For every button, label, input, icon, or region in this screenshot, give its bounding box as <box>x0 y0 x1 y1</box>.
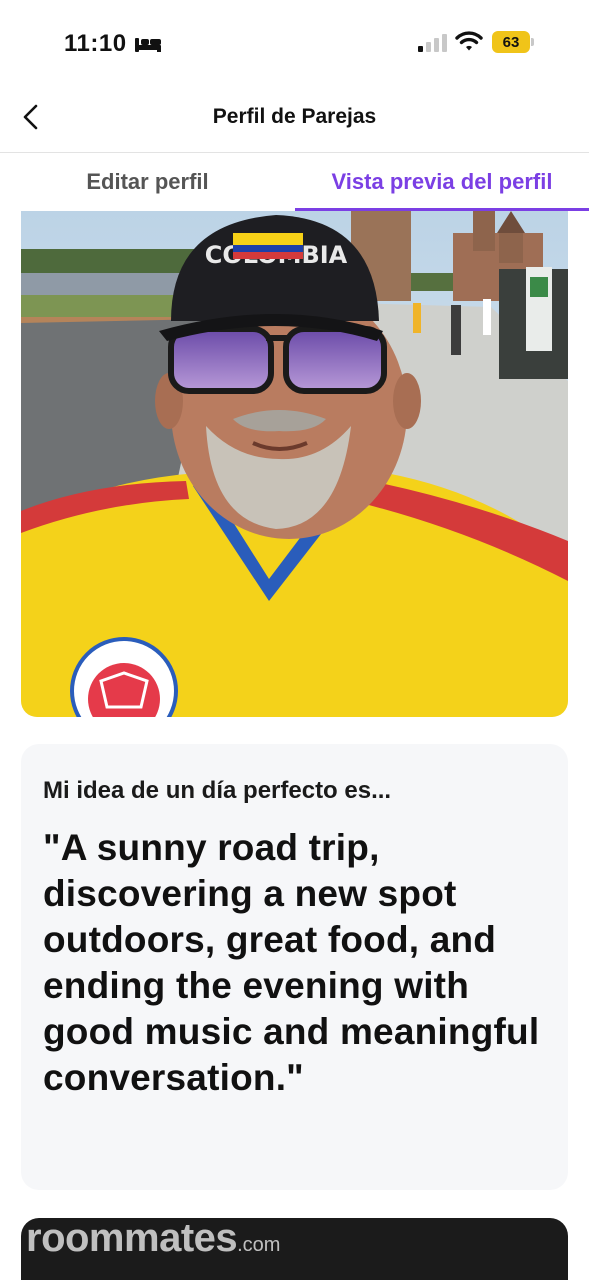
tab-edit-profile[interactable]: Editar perfil <box>0 153 295 211</box>
watermark-brand: roommates <box>26 1216 238 1260</box>
bed-icon <box>134 36 161 52</box>
battery-level: 63 <box>492 31 530 53</box>
tab-bar: Editar perfil Vista previa del perfil <box>0 153 589 211</box>
prompt-answer: "A sunny road trip, discovering a new sp… <box>43 827 540 1098</box>
watermark-suffix: .com <box>237 1234 281 1256</box>
prompt-card: Mi idea de un día perfecto es... "A sunn… <box>21 744 568 1190</box>
status-time: 11:10 <box>64 30 161 58</box>
profile-photo[interactable]: COLOMBIA <box>21 211 568 717</box>
nav-header: Perfil de Parejas <box>0 88 589 152</box>
tab-profile-preview[interactable]: Vista previa del perfil <box>295 153 589 211</box>
clock-text: 11:10 <box>64 30 127 57</box>
prompt-question: Mi idea de un día perfecto es... <box>43 777 392 804</box>
battery-icon: 63 <box>492 31 534 53</box>
page-title: Perfil de Parejas <box>212 105 377 128</box>
signal-icon <box>418 34 448 52</box>
wifi-icon <box>455 31 483 51</box>
status-bar: 11:10 63 <box>0 0 589 88</box>
watermark-logo: roommates.com <box>26 1216 280 1261</box>
